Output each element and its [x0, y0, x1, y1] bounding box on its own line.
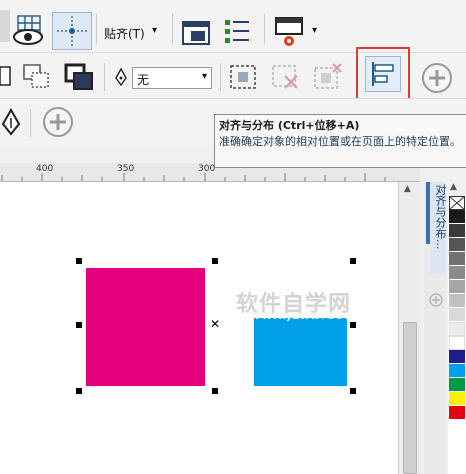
palette-swatch[interactable] [449, 308, 465, 322]
no-color-swatch[interactable] [449, 196, 465, 210]
selection-handle[interactable] [76, 388, 82, 394]
docker-tab-label: 对齐与分布... [434, 184, 447, 250]
chevron-down-icon[interactable]: ▾ [202, 71, 207, 82]
separator [30, 109, 31, 137]
selection-handle[interactable] [350, 322, 356, 328]
docker-tab-panel[interactable]: 对齐与分布... [424, 182, 447, 474]
palette-swatch[interactable] [449, 252, 465, 266]
snap-menu-arrow[interactable]: ▾ [152, 25, 157, 36]
scroll-up-arrow-icon[interactable]: ▲ [404, 184, 411, 194]
outline-width-select[interactable]: 无 ▾ [132, 67, 212, 89]
align-distribute-icon[interactable] [356, 47, 410, 101]
toolbar-row-1: 贴齐(T) ▾ ▾ [0, 0, 466, 52]
tooltip: 对齐与分布 (Ctrl+位移+A) 准确确定对象的相对位置或在页面上的特定位置。 [214, 114, 466, 168]
watermark-url: WWW.RJZXW.COM [238, 312, 357, 322]
palette-swatch[interactable] [449, 406, 465, 420]
separator [264, 14, 265, 44]
docker-tab[interactable]: 对齐与分布... [430, 182, 447, 274]
laptop-icon[interactable] [272, 14, 306, 50]
pen-icon [112, 67, 130, 87]
window-icon[interactable] [180, 18, 212, 48]
palette-swatch[interactable] [449, 350, 465, 364]
palette-swatch[interactable] [449, 378, 465, 392]
separator [104, 63, 105, 91]
palette-swatch[interactable] [449, 266, 465, 280]
ruler-tick-label: 300 [198, 164, 216, 174]
separator [172, 14, 173, 44]
palette-swatch[interactable] [449, 392, 465, 406]
tooltip-description: 准确确定对象的相对位置或在页面上的特定位置。 [219, 135, 461, 148]
selection-handle[interactable] [212, 388, 218, 394]
scroll-thumb[interactable] [403, 322, 417, 474]
separator [220, 63, 221, 91]
ruler-tick-label: 400 [36, 164, 54, 174]
selection-handle[interactable] [76, 258, 82, 264]
toolbar-row-2: 无 ▾ [0, 47, 466, 101]
palette-arrow-icon[interactable]: ▲ [450, 182, 457, 192]
palette-swatch[interactable] [449, 238, 465, 252]
pen-nib-icon[interactable] [0, 107, 22, 137]
vertical-scrollbar[interactable]: ▲ [398, 182, 421, 474]
palette-swatch[interactable] [449, 364, 465, 378]
palette-swatch[interactable] [449, 322, 465, 336]
ruler-tick-label: 350 [117, 164, 135, 174]
center-marker-icon[interactable]: ✕ [210, 318, 220, 330]
ungroup-icon[interactable] [310, 61, 344, 93]
add-icon[interactable] [40, 105, 76, 139]
laptop-dropdown-arrow[interactable]: ▾ [312, 25, 317, 36]
break-apart-icon[interactable] [268, 61, 302, 93]
drawing-canvas[interactable]: 软件自学网 WWW.RJZXW.COM ✕ [0, 182, 398, 474]
selection-handle[interactable] [350, 258, 356, 264]
arrange-icon[interactable] [0, 61, 14, 91]
group-icon[interactable] [62, 61, 96, 93]
selection-handle[interactable] [76, 322, 82, 328]
palette-swatch[interactable] [449, 210, 465, 224]
checklist-icon[interactable] [222, 16, 252, 48]
combine-icon[interactable] [20, 61, 54, 93]
snap-menu-label[interactable]: 贴齐(T) [104, 25, 145, 42]
separator [96, 14, 97, 44]
palette-swatch[interactable] [449, 294, 465, 308]
blue-square[interactable] [254, 318, 347, 386]
add-docker-icon[interactable] [428, 292, 444, 312]
add-icon[interactable] [420, 61, 454, 95]
selection-handle[interactable] [350, 388, 356, 394]
eye-icon[interactable] [10, 26, 46, 48]
palette-swatch[interactable] [449, 280, 465, 294]
tooltip-title: 对齐与分布 (Ctrl+位移+A) [219, 119, 360, 132]
palette-swatch[interactable] [449, 336, 465, 350]
selection-handle[interactable] [212, 258, 218, 264]
outline-width-value: 无 [137, 73, 150, 87]
color-palette[interactable] [448, 196, 466, 474]
palette-swatch[interactable] [449, 224, 465, 238]
view-toggle-icon[interactable] [0, 10, 10, 42]
snap-icon[interactable] [52, 12, 92, 50]
magenta-square[interactable] [86, 268, 205, 386]
convert-outline-icon[interactable] [226, 61, 260, 93]
